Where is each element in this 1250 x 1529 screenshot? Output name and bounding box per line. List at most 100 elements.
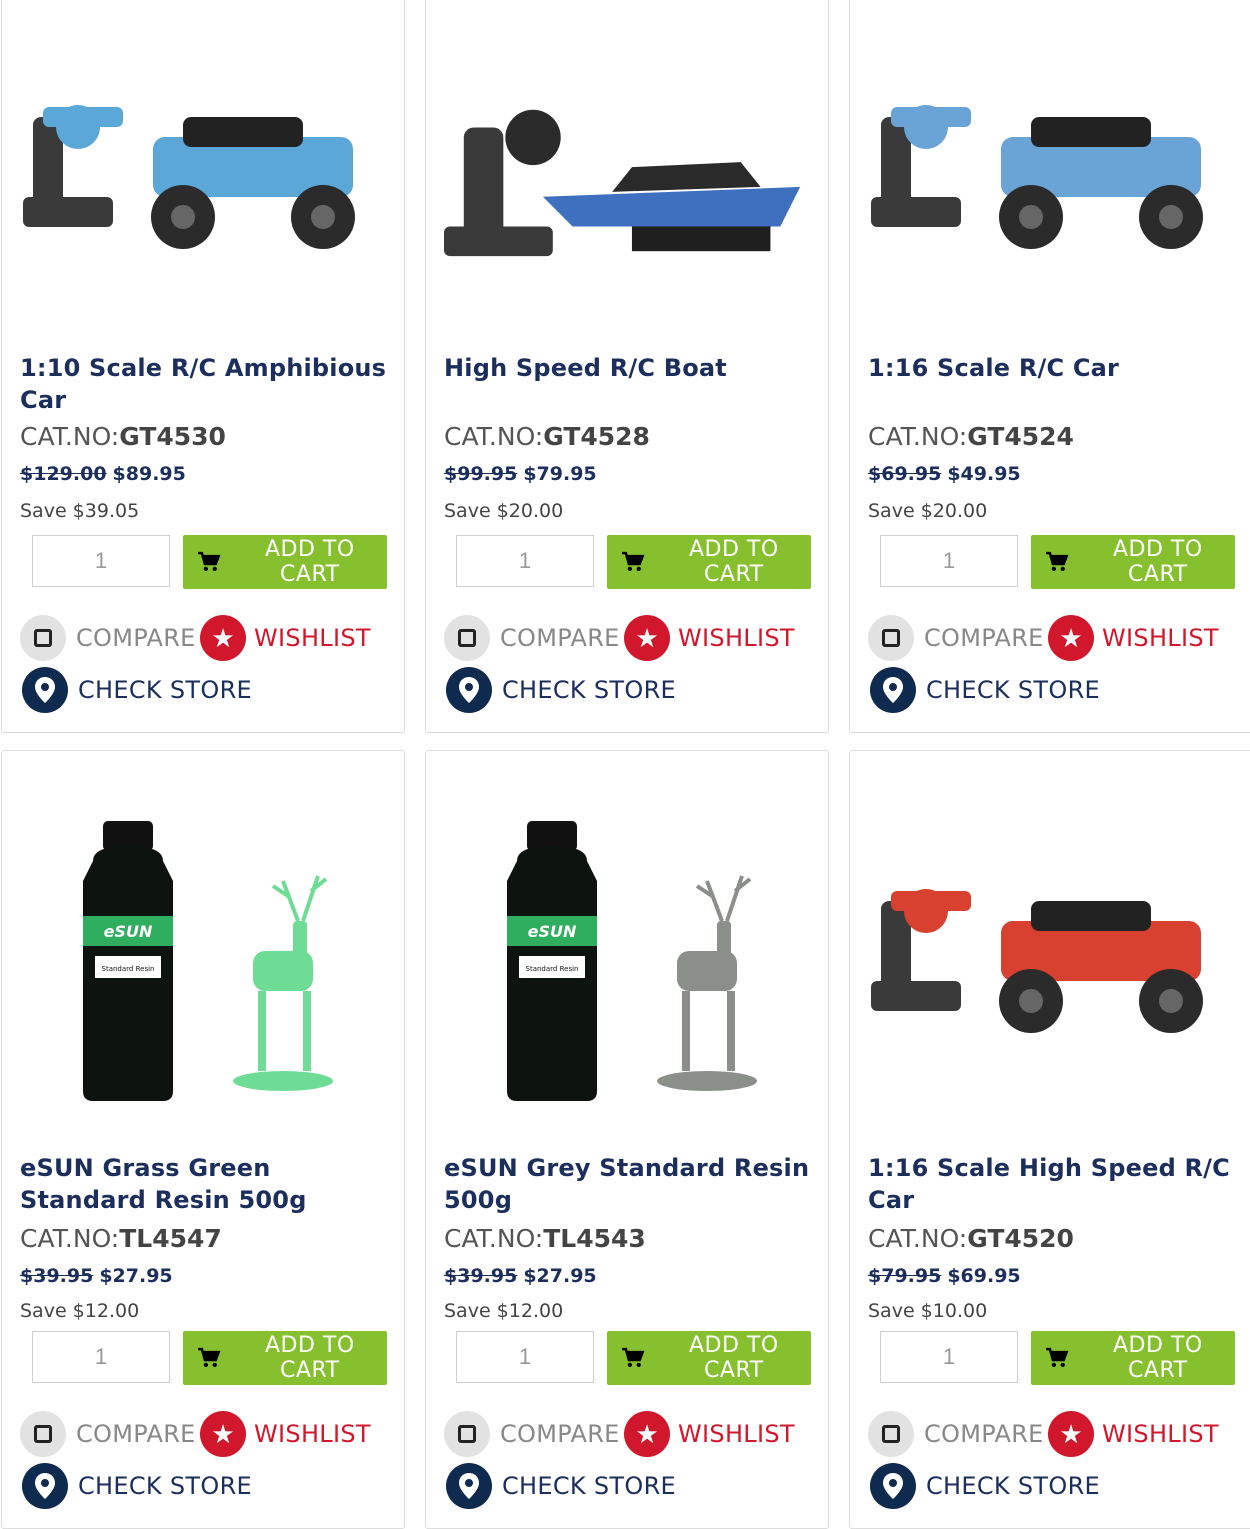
product-catalog-number: CAT.NO:TL4547 [20, 1224, 222, 1253]
product-card-gt4528: High Speed R/C Boat CAT.NO:GT4528 $99.95… [425, 0, 829, 733]
catno-label: CAT.NO: [20, 422, 120, 451]
check-store-button[interactable]: CHECK STORE [22, 1463, 252, 1509]
savings-text: Save $20.00 [444, 500, 564, 522]
product-prices: $79.95 $69.95 [868, 1265, 1021, 1287]
sale-price: $89.95 [112, 463, 186, 485]
product-card-gt4524: 1:16 Scale R/C Car CAT.NO:GT4524 $69.95 $… [849, 0, 1250, 733]
quantity-input[interactable] [456, 535, 594, 587]
rc-amphibious-car-blue-image[interactable] [20, 27, 386, 327]
compare-toggle[interactable]: COMPARE [20, 615, 196, 661]
resin-bottle-green-deer-image[interactable]: eSUN Standard Resin [20, 791, 386, 1131]
product-title[interactable]: 1:10 Scale R/C Amphibious Car [20, 352, 390, 416]
location-pin-icon [22, 1463, 68, 1509]
compare-toggle[interactable]: COMPARE [444, 615, 620, 661]
catno-label: CAT.NO: [20, 1224, 120, 1253]
add-to-cart-button[interactable]: ADD TO CART [1031, 1331, 1235, 1385]
compare-toggle[interactable]: COMPARE [868, 1411, 1044, 1457]
product-prices: $99.95 $79.95 [444, 463, 597, 485]
product-prices: $129.00 $89.95 [20, 463, 186, 485]
wishlist-button[interactable]: ★ WISHLIST [1048, 1411, 1219, 1457]
check-store-button[interactable]: CHECK STORE [446, 667, 676, 713]
quantity-input[interactable] [32, 1331, 170, 1383]
wishlist-button[interactable]: ★ WISHLIST [200, 615, 371, 661]
add-to-cart-button[interactable]: ADD TO CART [183, 1331, 387, 1385]
cart-icon [197, 551, 221, 572]
quantity-input[interactable] [32, 535, 170, 587]
rc-boat-blue-image[interactable] [444, 27, 810, 327]
catno-label: CAT.NO: [444, 422, 544, 451]
cart-icon [197, 1347, 221, 1368]
check-store-button[interactable]: CHECK STORE [446, 1463, 676, 1509]
bottle-label: Standard Resin [526, 965, 579, 973]
wishlist-label: WISHLIST [1102, 1420, 1219, 1448]
wishlist-button[interactable]: ★ WISHLIST [624, 1411, 795, 1457]
compare-label: COMPARE [500, 624, 620, 652]
rc-car-red-image[interactable] [868, 791, 1234, 1131]
compare-toggle[interactable]: COMPARE [444, 1411, 620, 1457]
check-store-label: CHECK STORE [78, 676, 253, 704]
check-store-button[interactable]: CHECK STORE [22, 667, 252, 713]
product-card-gt4520: 1:16 Scale High Speed R/C Car CAT.NO:GT4… [849, 750, 1250, 1529]
wishlist-button[interactable]: ★ WISHLIST [200, 1411, 371, 1457]
location-pin-icon [870, 1463, 916, 1509]
add-to-cart-label: ADD TO CART [688, 1333, 779, 1383]
bottle-label: Standard Resin [102, 965, 155, 973]
sale-price: $69.95 [947, 1265, 1021, 1287]
add-to-cart-button[interactable]: ADD TO CART [183, 535, 387, 589]
catno-value: GT4528 [543, 422, 650, 451]
check-store-button[interactable]: CHECK STORE [870, 1463, 1100, 1509]
add-to-cart-label: ADD TO CART [688, 537, 779, 587]
old-price: $99.95 [444, 463, 518, 485]
catno-value: GT4520 [967, 1224, 1074, 1253]
product-title[interactable]: eSUN Grass Green Standard Resin 500g [20, 1152, 390, 1216]
compare-toggle[interactable]: COMPARE [868, 615, 1044, 661]
check-store-button[interactable]: CHECK STORE [870, 667, 1100, 713]
bottle-brand: eSUN [104, 922, 153, 941]
product-card-tl4543: eSUN Standard Resin eSUN Grey Standard R… [425, 750, 829, 1529]
add-to-cart-button[interactable]: ADD TO CART [607, 535, 811, 589]
resin-bottle-grey-deer-image[interactable]: eSUN Standard Resin [444, 791, 810, 1131]
wishlist-button[interactable]: ★ WISHLIST [624, 615, 795, 661]
sale-price: $49.95 [947, 463, 1021, 485]
catno-value: GT4530 [119, 422, 226, 451]
savings-text: Save $20.00 [868, 500, 988, 522]
add-to-cart-button[interactable]: ADD TO CART [607, 1331, 811, 1385]
checkbox-icon [20, 615, 66, 661]
add-to-cart-button[interactable]: ADD TO CART [1031, 535, 1235, 589]
catno-label: CAT.NO: [444, 1224, 544, 1253]
wishlist-button[interactable]: ★ WISHLIST [1048, 615, 1219, 661]
star-icon: ★ [624, 615, 670, 661]
product-prices: $39.95 $27.95 [444, 1265, 597, 1287]
savings-text: Save $12.00 [444, 1300, 564, 1322]
quantity-input[interactable] [880, 1331, 1018, 1383]
star-icon: ★ [200, 615, 246, 661]
quantity-input[interactable] [456, 1331, 594, 1383]
location-pin-icon [22, 667, 68, 713]
catno-value: TL4543 [543, 1224, 646, 1253]
product-catalog-number: CAT.NO:GT4524 [868, 422, 1074, 451]
product-card-gt4530: 1:10 Scale R/C Amphibious Car CAT.NO:GT4… [1, 0, 405, 733]
product-title[interactable]: High Speed R/C Boat [444, 352, 814, 384]
product-catalog-number: CAT.NO:GT4528 [444, 422, 650, 451]
compare-label: COMPARE [76, 624, 196, 652]
old-price: $69.95 [868, 463, 942, 485]
product-title[interactable]: eSUN Grey Standard Resin 500g [444, 1152, 814, 1216]
product-catalog-number: CAT.NO:TL4543 [444, 1224, 646, 1253]
product-title[interactable]: 1:16 Scale High Speed R/C Car [868, 1152, 1238, 1216]
sale-price: $27.95 [99, 1265, 173, 1287]
star-icon: ★ [1048, 1411, 1094, 1457]
savings-text: Save $39.05 [20, 500, 140, 522]
old-price: $39.95 [20, 1265, 94, 1287]
checkbox-icon [20, 1411, 66, 1457]
quantity-input[interactable] [880, 535, 1018, 587]
add-to-cart-label: ADD TO CART [264, 537, 355, 587]
add-to-cart-label: ADD TO CART [1112, 537, 1203, 587]
rc-car-blue-image[interactable] [868, 27, 1234, 327]
compare-toggle[interactable]: COMPARE [20, 1411, 196, 1457]
wishlist-label: WISHLIST [254, 624, 371, 652]
star-icon: ★ [1048, 615, 1094, 661]
sale-price: $79.95 [523, 463, 597, 485]
catno-label: CAT.NO: [868, 1224, 968, 1253]
product-catalog-number: CAT.NO:GT4520 [868, 1224, 1074, 1253]
product-title[interactable]: 1:16 Scale R/C Car [868, 352, 1238, 384]
